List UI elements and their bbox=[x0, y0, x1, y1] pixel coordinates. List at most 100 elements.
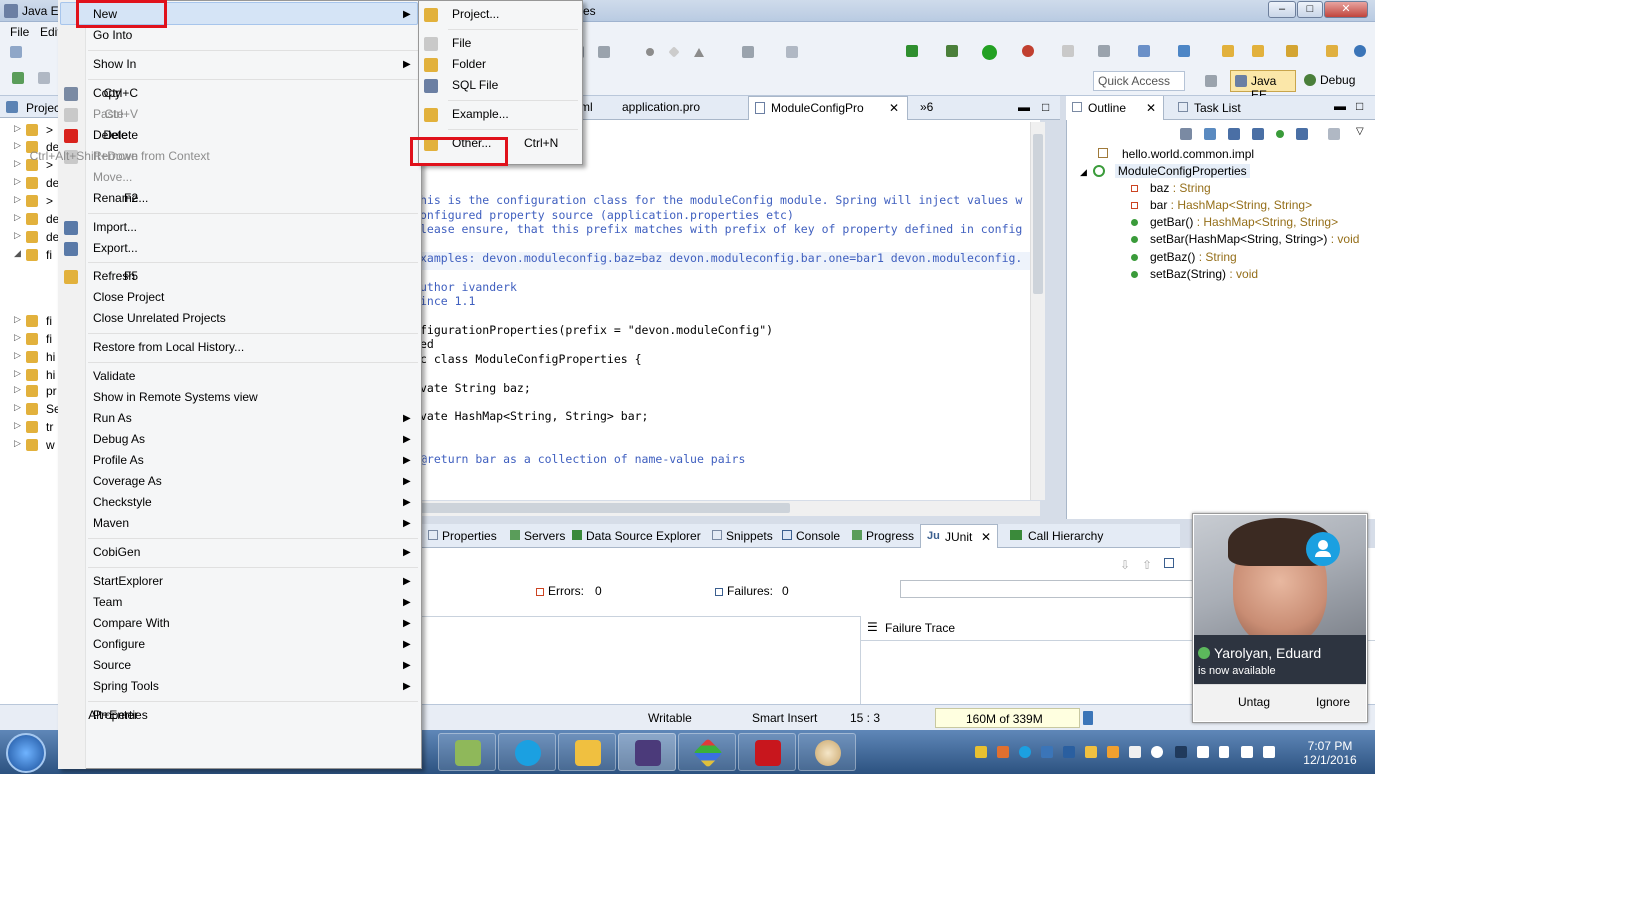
start-button[interactable] bbox=[6, 733, 46, 773]
context-menu-item[interactable]: Show in Remote Systems view bbox=[93, 390, 258, 404]
context-menu-item[interactable]: Restore from Local History... bbox=[93, 340, 244, 354]
tree-expand-icon[interactable]: ▷ bbox=[14, 158, 21, 169]
taskbar-acrobat[interactable] bbox=[738, 733, 796, 771]
open-perspective-icon[interactable] bbox=[1205, 75, 1217, 87]
tab-task-list[interactable]: Task List bbox=[1172, 96, 1262, 120]
context-menu-item[interactable]: Configure bbox=[93, 637, 145, 651]
close-junit-icon[interactable]: ✕ bbox=[981, 530, 991, 544]
context-menu-item[interactable]: Validate bbox=[93, 369, 135, 383]
quick-access-input[interactable]: Quick Access bbox=[1093, 71, 1185, 91]
open-file-icon[interactable] bbox=[1252, 45, 1264, 57]
tab-servers[interactable]: Servers bbox=[510, 529, 565, 543]
taskbar-eclipse[interactable] bbox=[618, 733, 676, 771]
outline-member[interactable]: setBaz(String) : void bbox=[1131, 267, 1258, 281]
editor-tab-active[interactable]: ModuleConfigPro ✕ bbox=[748, 96, 908, 120]
tree-expand-icon[interactable]: ▷ bbox=[14, 230, 21, 241]
outline-member[interactable]: getBar() : HashMap<String, String> bbox=[1131, 215, 1338, 229]
outline-member[interactable]: bar : HashMap<String, String> bbox=[1131, 198, 1312, 212]
context-menu-item[interactable]: Close Project bbox=[93, 290, 164, 304]
project-tree-item[interactable]: ▷ > bbox=[14, 194, 60, 210]
context-menu-item[interactable]: Source bbox=[93, 658, 131, 672]
close-tab-icon[interactable]: ✕ bbox=[889, 101, 899, 115]
toggle-breakpoint-icon[interactable] bbox=[646, 48, 654, 56]
tree-expand-icon[interactable]: ◢ bbox=[14, 248, 21, 259]
tree-expand-icon[interactable]: ▷ bbox=[14, 420, 21, 431]
open-type-icon[interactable] bbox=[38, 72, 50, 84]
mark-occurrences-icon[interactable] bbox=[668, 46, 680, 58]
tab-call-hierarchy[interactable]: Call Hierarchy bbox=[1010, 529, 1103, 543]
tree-expand-icon[interactable]: ▷ bbox=[14, 350, 21, 361]
skip-breakpoints-icon[interactable] bbox=[786, 46, 798, 58]
link-editor-icon[interactable] bbox=[1328, 128, 1340, 140]
close-window-button[interactable]: ✕ bbox=[1324, 1, 1368, 18]
project-tree-item[interactable]: ▷ de bbox=[14, 230, 60, 246]
globe-icon[interactable] bbox=[1354, 45, 1366, 57]
tray-skype-icon[interactable] bbox=[1019, 746, 1031, 758]
network-icon[interactable] bbox=[1197, 746, 1209, 758]
volume-icon[interactable] bbox=[1263, 746, 1275, 758]
context-menu-item[interactable]: Import... bbox=[93, 220, 137, 234]
project-tree-item[interactable]: ▷ hi bbox=[14, 368, 60, 384]
taskbar-notepad[interactable] bbox=[438, 733, 496, 771]
context-menu-item[interactable]: Export... bbox=[93, 241, 138, 255]
new-wizard-icon[interactable] bbox=[10, 46, 22, 58]
context-menu-item[interactable]: Close Unrelated Projects bbox=[93, 311, 226, 325]
taskbar-app[interactable] bbox=[678, 733, 736, 771]
tray-icon-2[interactable] bbox=[997, 746, 1009, 758]
sort-icon[interactable] bbox=[1204, 128, 1216, 140]
context-menu-item[interactable]: Go Into bbox=[93, 28, 132, 42]
new-class-icon[interactable] bbox=[1178, 45, 1190, 57]
tree-expand-icon[interactable]: ▷ bbox=[14, 332, 21, 343]
scroll-thumb[interactable] bbox=[1033, 134, 1043, 294]
project-explorer-tab[interactable]: Projec bbox=[0, 96, 60, 118]
perspective-debug[interactable]: Debug bbox=[1300, 70, 1360, 92]
context-menu-item[interactable]: StartExplorer bbox=[93, 574, 163, 588]
untag-button[interactable]: Untag bbox=[1238, 695, 1270, 709]
more-tabs-indicator[interactable]: »6 bbox=[920, 100, 933, 114]
garbage-collect-icon[interactable] bbox=[1083, 711, 1093, 725]
annotation-up-icon[interactable] bbox=[694, 48, 704, 57]
new-submenu-item[interactable]: Folder bbox=[452, 57, 486, 71]
context-menu-item[interactable]: Run As bbox=[93, 411, 132, 425]
taskbar-outlook[interactable] bbox=[558, 733, 616, 771]
tree-expand-icon[interactable]: ▷ bbox=[14, 314, 21, 325]
context-menu-item[interactable]: CobiGen bbox=[93, 545, 140, 559]
stop-icon[interactable] bbox=[1062, 45, 1074, 57]
debug-icon[interactable] bbox=[946, 45, 958, 57]
outline-icon[interactable] bbox=[742, 46, 754, 58]
taskbar-paint[interactable] bbox=[798, 733, 856, 771]
outline-member[interactable]: getBaz() : String bbox=[1131, 250, 1237, 264]
new-package-icon[interactable] bbox=[1138, 45, 1150, 57]
tray-icon-8[interactable] bbox=[1129, 746, 1141, 758]
run-icon[interactable] bbox=[982, 45, 997, 60]
tab-console[interactable]: Console bbox=[782, 529, 840, 543]
hscroll-thumb[interactable] bbox=[420, 503, 790, 513]
context-menu-item[interactable]: Checkstyle bbox=[93, 495, 152, 509]
tab-junit[interactable]: Ju JUnit ✕ bbox=[920, 524, 998, 548]
hide-fields-icon[interactable] bbox=[1228, 128, 1240, 140]
next-failure-icon[interactable]: ⇩ bbox=[1120, 558, 1130, 572]
tray-icon-1[interactable] bbox=[975, 746, 987, 758]
tab-outline[interactable]: Outline ✕ bbox=[1066, 96, 1164, 120]
tab-snippets[interactable]: Snippets bbox=[712, 529, 773, 543]
tree-expand-icon[interactable]: ▷ bbox=[14, 384, 21, 395]
open-folder-icon[interactable] bbox=[1222, 45, 1234, 57]
maximize-editor-icon[interactable]: □ bbox=[1042, 100, 1049, 114]
tree-expand-icon[interactable]: ▷ bbox=[14, 438, 21, 449]
tab-properties[interactable]: Properties bbox=[428, 529, 497, 543]
tree-expand-icon[interactable]: ▷ bbox=[14, 212, 21, 223]
context-menu-item[interactable]: Maven bbox=[93, 516, 129, 530]
view-menu-icon[interactable]: ▽ bbox=[1356, 126, 1364, 137]
action-center-flag-icon[interactable] bbox=[1219, 746, 1229, 758]
outline-member[interactable]: baz : String bbox=[1131, 181, 1211, 195]
outline-member[interactable]: setBar(HashMap<String, String>) : void bbox=[1131, 232, 1359, 246]
tray-mail-icon[interactable] bbox=[1085, 746, 1097, 758]
tab-progress[interactable]: Progress bbox=[852, 529, 914, 543]
minimize-outline-icon[interactable]: ▬ bbox=[1334, 99, 1346, 113]
safely-remove-icon[interactable] bbox=[1241, 746, 1253, 758]
tree-expand-icon[interactable]: ▷ bbox=[14, 368, 21, 379]
new-submenu-item[interactable]: File bbox=[452, 36, 471, 50]
editor-vertical-scrollbar[interactable] bbox=[1030, 122, 1045, 500]
new-submenu-item[interactable]: Example... bbox=[452, 107, 509, 121]
context-menu-item[interactable]: Team bbox=[93, 595, 122, 609]
